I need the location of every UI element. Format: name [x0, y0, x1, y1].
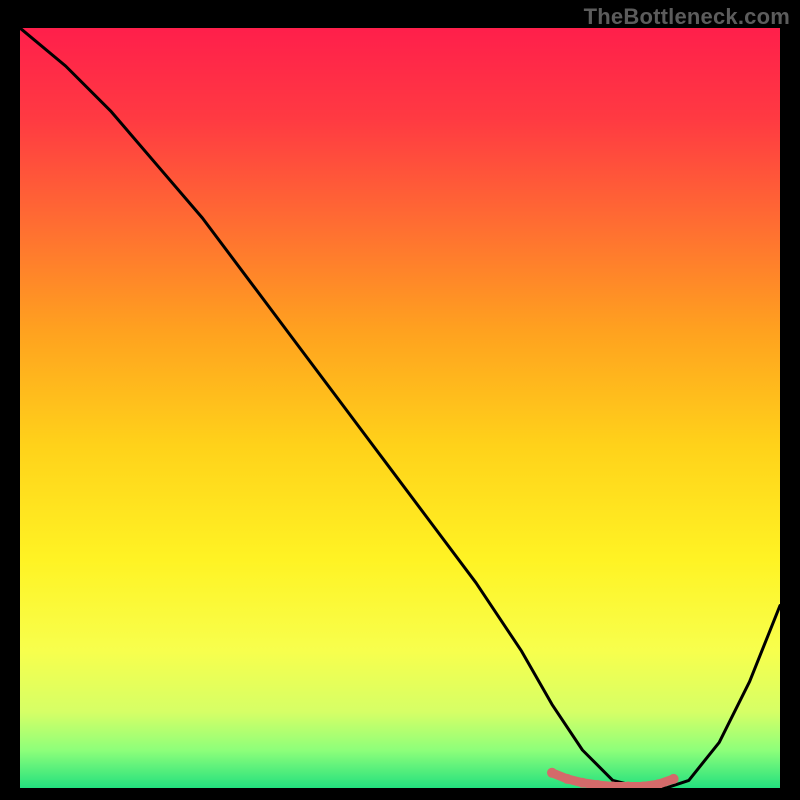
watermark-text: TheBottleneck.com: [584, 4, 790, 30]
gradient-background: [20, 28, 780, 788]
optimal-band-point: [562, 774, 572, 784]
optimal-band-point: [669, 774, 679, 784]
optimal-band-point: [547, 768, 557, 778]
chart-frame: TheBottleneck.com: [0, 0, 800, 800]
optimal-band-point: [577, 778, 587, 788]
plot-area: [20, 28, 780, 788]
bottleneck-chart: [20, 28, 780, 788]
